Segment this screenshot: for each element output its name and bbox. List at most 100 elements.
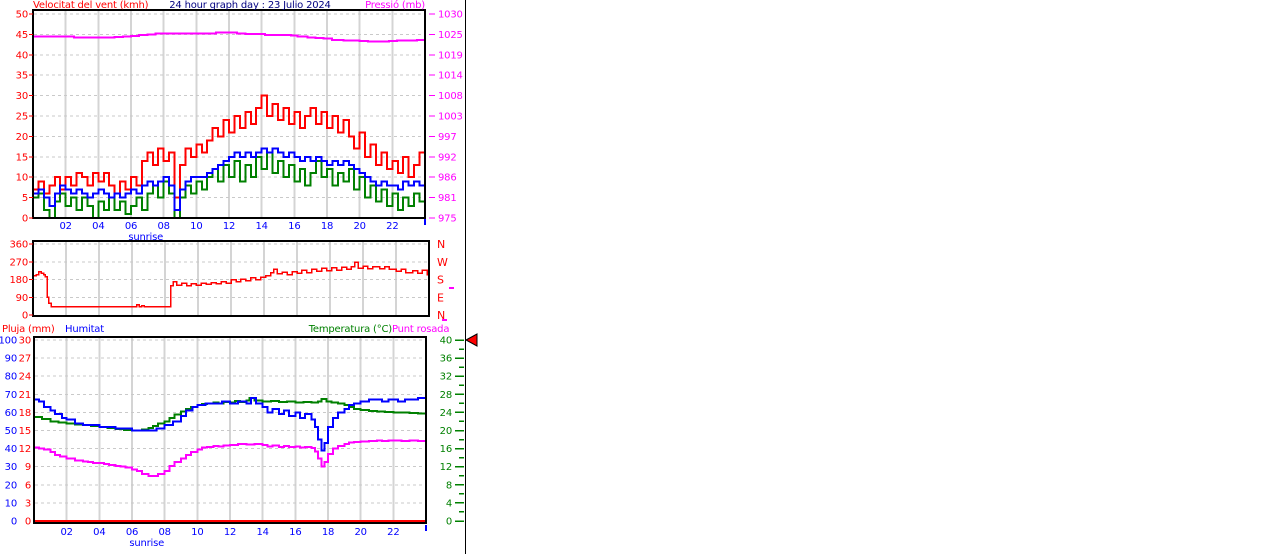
rain-tick-label: 9 <box>25 462 31 473</box>
temperature-tick-label: 36 <box>440 354 452 365</box>
temperature-tick-label: 40 <box>440 336 452 347</box>
x-tick-label: 16 <box>289 527 301 538</box>
humidity-tick-label: 60 <box>5 408 17 419</box>
weather-graph-panel: Velocitat del vent (kmh) 24 hour graph da… <box>0 0 1280 554</box>
x-tick-label: 08 <box>159 527 171 538</box>
compass-label: E <box>437 291 444 304</box>
rain-tick-label: 15 <box>19 426 31 437</box>
humidity-tick-label: 30 <box>5 462 17 473</box>
wind-y-tick-label: 5 <box>22 193 28 204</box>
pressure-axis-title: Pressió (mb) <box>365 0 425 11</box>
wind-direction-chart: 090180270360 NWSEN <box>10 238 454 322</box>
wind-y-tick-label: 20 <box>16 132 28 143</box>
temperature-marker-arrow-icon <box>464 333 478 347</box>
x-tick-label: 18 <box>322 527 334 538</box>
x-tick-label: 16 <box>288 221 300 232</box>
x-tick-label: 06 <box>125 221 137 232</box>
compass-label: N <box>437 238 445 251</box>
x-tick-label: 02 <box>60 221 72 232</box>
pressure-tick-label: 1030 <box>438 10 463 21</box>
humidity-tick-label: 70 <box>5 390 17 401</box>
x-tick-label: 04 <box>93 527 105 538</box>
temperature-axis-title: Temperatura (°C) <box>308 324 393 335</box>
humidity-tick-label: 80 <box>5 372 17 383</box>
humidity-tick-label: 50 <box>5 426 17 437</box>
dewpoint-axis-title: Punt rosada <box>392 324 449 335</box>
x-tick-label: 18 <box>321 221 333 232</box>
x-tick-label: 12 <box>223 221 235 232</box>
x-tick-label: 20 <box>354 221 366 232</box>
pressure-tick-label: 992 <box>438 152 457 163</box>
x-tick-label: 06 <box>126 527 138 538</box>
rain-tick-label: 0 <box>25 517 31 528</box>
x-tick-label: 02 <box>61 527 73 538</box>
wind-y-tick-label: 30 <box>16 91 28 102</box>
compass-label: S <box>437 274 444 287</box>
pressure-tick-label: 1019 <box>438 50 463 61</box>
humidity-tick-label: 100 <box>0 336 17 347</box>
wind-y-tick-label: 45 <box>16 30 28 41</box>
temperature-tick-label: 24 <box>440 408 452 419</box>
weather-graphs: Velocitat del vent (kmh) 24 hour graph da… <box>0 0 478 554</box>
direction-y-tick-label: 270 <box>10 257 29 268</box>
pressure-tick-label: 997 <box>438 132 457 143</box>
x-tick-label: 14 <box>256 221 268 232</box>
wind-y-tick-label: 35 <box>16 71 28 82</box>
direction-y-tick-label: 0 <box>22 311 28 322</box>
humidity-tick-label: 40 <box>5 444 17 455</box>
x-tick-label: 08 <box>158 221 170 232</box>
x-tick-label: 22 <box>387 527 399 538</box>
temperature-tick-label: 32 <box>440 372 452 383</box>
pressure-tick-label: 975 <box>438 214 457 225</box>
humidity-tick-label: 10 <box>5 498 17 509</box>
x-tick-label: 20 <box>355 527 367 538</box>
rain-tick-label: 24 <box>19 372 31 383</box>
wind-y-tick-label: 25 <box>16 112 28 123</box>
graph-title: 24 hour graph day : 23 Julio 2024 <box>169 0 330 11</box>
wind-y-tick-label: 10 <box>16 173 28 184</box>
pressure-tick-label: 1025 <box>438 30 463 41</box>
direction-y-tick-label: 180 <box>10 275 29 286</box>
pressure-tick-label: 981 <box>438 193 457 204</box>
wind-axis-title: Velocitat del vent (kmh) <box>33 0 149 11</box>
pressure-tick-label: 1014 <box>438 71 463 82</box>
x-tick-label: 10 <box>190 221 202 232</box>
rain-axis-title: Pluja (mm) <box>2 324 55 335</box>
temperature-tick-label: 8 <box>446 480 452 491</box>
rain-humidity-temperature-chart: Pluja (mm) Humitat Temperatura (°C) Punt ro… <box>0 324 464 549</box>
x-tick-label: 22 <box>386 221 398 232</box>
pressure-tick-label: 1008 <box>438 91 463 102</box>
wind-y-tick-label: 50 <box>16 10 28 21</box>
humidity-tick-label: 90 <box>5 354 17 365</box>
rain-tick-label: 27 <box>19 354 31 365</box>
rain-tick-label: 3 <box>25 498 31 509</box>
pressure-tick-label: 986 <box>438 173 457 184</box>
direction-y-tick-label: 90 <box>16 293 28 304</box>
rain-tick-label: 6 <box>25 480 31 491</box>
x-tick-label: 10 <box>191 527 203 538</box>
wind-y-tick-label: 0 <box>22 214 28 225</box>
temperature-tick-label: 28 <box>440 390 452 401</box>
temperature-tick-label: 20 <box>440 426 452 437</box>
wind-y-tick-label: 15 <box>16 152 28 163</box>
pressure-tick-label: 1003 <box>438 112 463 123</box>
wind-y-tick-label: 40 <box>16 50 28 61</box>
humidity-tick-label: 20 <box>5 480 17 491</box>
x-tick-label: 14 <box>257 527 269 538</box>
temperature-tick-label: 16 <box>440 444 452 455</box>
rain-tick-label: 21 <box>19 390 31 401</box>
x-tick-label: 12 <box>224 527 236 538</box>
temperature-tick-label: 4 <box>446 498 452 509</box>
humidity-axis-title: Humitat <box>65 324 104 335</box>
temperature-tick-label: 0 <box>446 517 452 528</box>
temperature-tick-label: 12 <box>440 462 452 473</box>
humidity-tick-label: 0 <box>11 517 17 528</box>
wind-chart: Velocitat del vent (kmh) 24 hour graph da… <box>16 0 463 243</box>
rain-tick-label: 12 <box>19 444 31 455</box>
rain-tick-label: 30 <box>19 336 31 347</box>
x-tick-label: 04 <box>92 221 104 232</box>
rain-tick-label: 18 <box>19 408 31 419</box>
direction-y-tick-label: 360 <box>10 240 29 251</box>
compass-label: W <box>437 256 448 269</box>
sunrise-label: sunrise <box>129 538 164 549</box>
